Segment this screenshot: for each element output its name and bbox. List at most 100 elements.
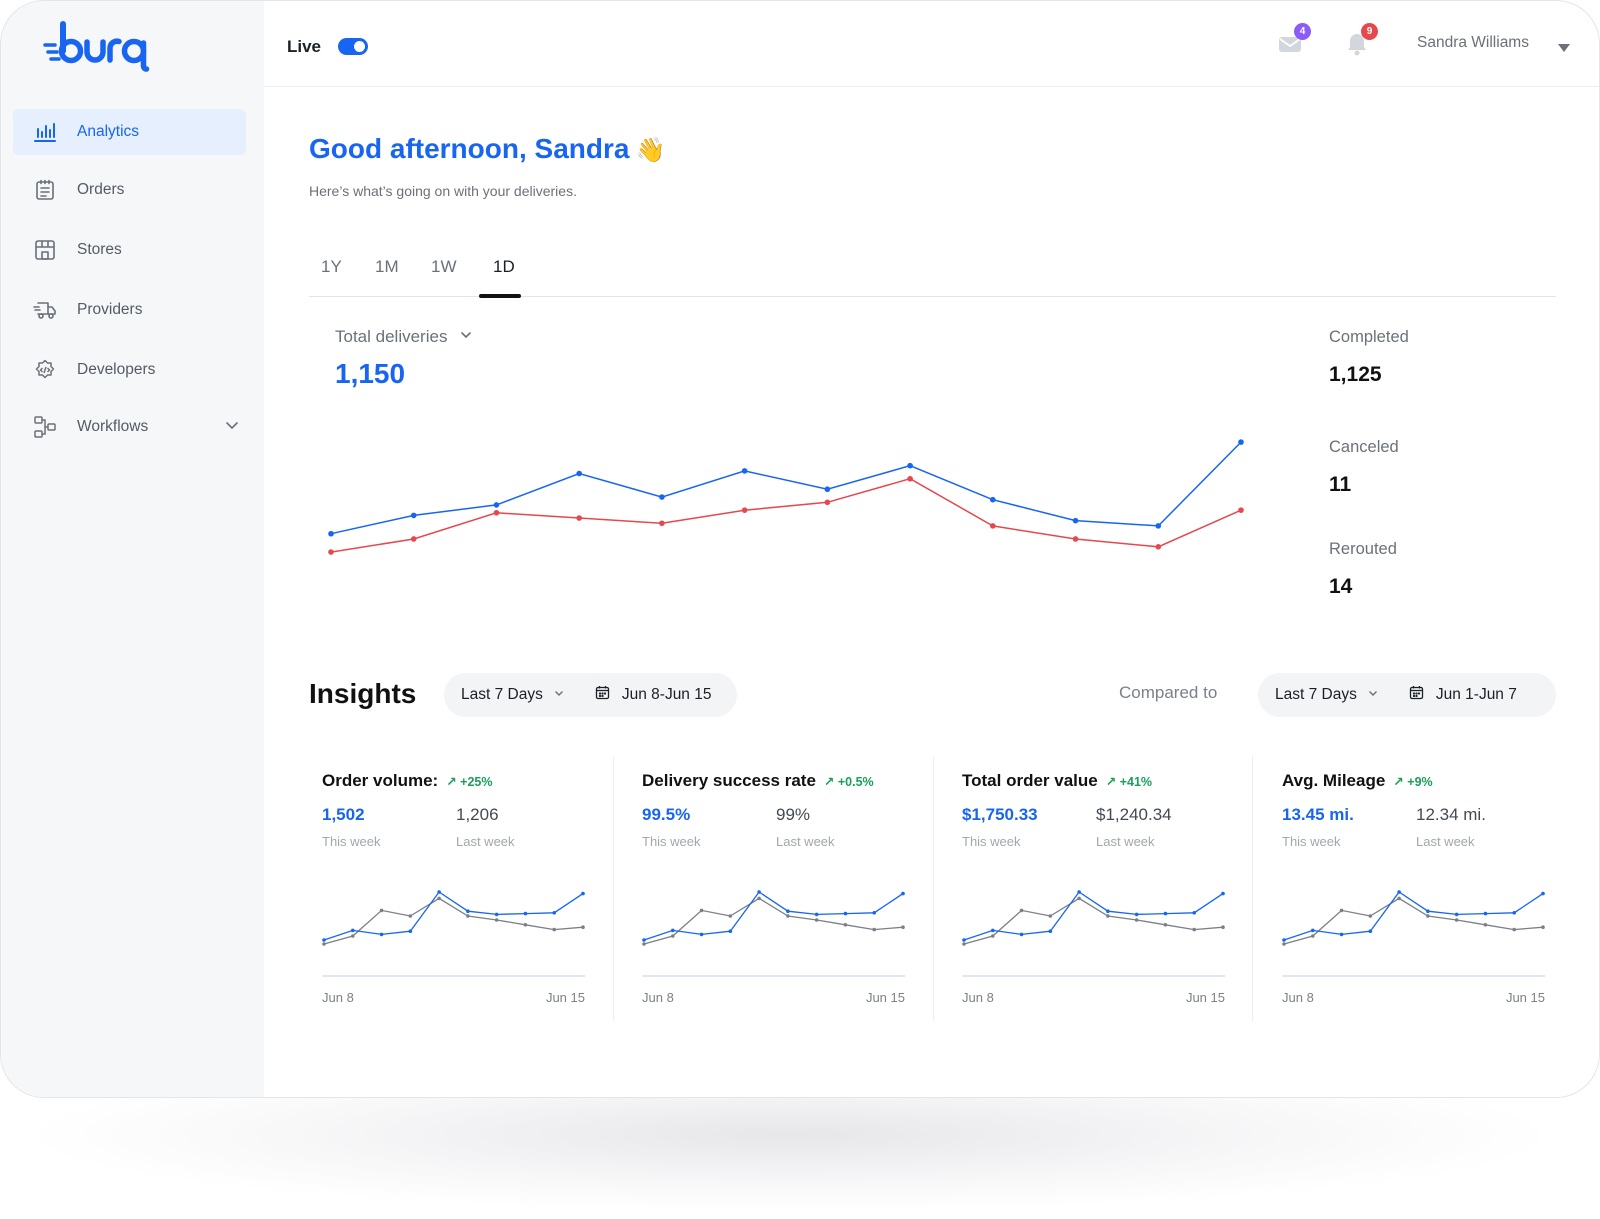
this-week-value: 1,502 — [322, 805, 365, 824]
card-delta-value: +25% — [460, 775, 493, 789]
last_week-point — [786, 914, 790, 918]
messages-badge: 4 — [1294, 23, 1311, 40]
x-axis-start: Jun 8 — [322, 990, 354, 1005]
data-point — [824, 499, 831, 506]
x-axis-start: Jun 8 — [962, 990, 994, 1005]
chevron-down-icon — [553, 686, 565, 704]
this_week-point — [1077, 890, 1081, 894]
data-point — [1155, 544, 1162, 550]
this_week-point — [1106, 909, 1110, 913]
range-select[interactable]: Last 7 Days — [461, 686, 565, 704]
notifications-button[interactable]: 9 — [1344, 23, 1378, 61]
last_week-point — [581, 925, 585, 929]
page-title: Good afternoon, Sandra 👋 — [309, 133, 665, 165]
last_week-point — [494, 918, 499, 922]
completed-label: Completed — [1329, 328, 1409, 346]
messages-button[interactable]: 4 — [1277, 23, 1311, 61]
live-label: Live — [287, 37, 322, 56]
card-divider — [613, 756, 614, 1021]
last_week-point — [962, 942, 966, 946]
last_week-point — [990, 934, 995, 938]
card-title-text: Total order value — [962, 771, 1098, 790]
card-title: Total order value ↗ +41% — [962, 771, 1152, 791]
last_week-point — [699, 908, 704, 913]
chevron-down-icon — [1367, 686, 1379, 704]
this_week-point — [379, 932, 384, 937]
tab-1w[interactable]: 1W — [431, 257, 457, 277]
chevron-down-icon — [459, 327, 473, 347]
last_week-point — [322, 942, 326, 946]
last-week-value: $1,240.34 — [1096, 805, 1172, 824]
metric-selector[interactable]: Total deliveries — [335, 327, 473, 347]
chevron-down-icon[interactable] — [224, 417, 240, 438]
this_week-point — [1282, 938, 1286, 942]
range-picker: Last 7 Days Jun 8-Jun 15 — [444, 673, 737, 717]
this_week-point — [814, 912, 819, 917]
sidebar-item-stores[interactable]: Stores — [13, 227, 246, 273]
sparkline-chart — [962, 890, 1225, 977]
last_week-point — [1192, 927, 1197, 932]
tab-1m[interactable]: 1M — [375, 257, 399, 277]
sidebar-item-developers[interactable]: Developers — [13, 347, 246, 393]
last-week-label: Last week — [456, 834, 515, 849]
insight-card-total-order-value[interactable]: Total order value ↗ +41% $1,750.33 $1,240… — [962, 756, 1252, 1021]
this_week-point — [843, 911, 848, 916]
card-delta: ↗ +0.5% — [824, 775, 874, 789]
insight-card-avg-mileage[interactable]: Avg. Mileage ↗ +9% 13.45 mi. 12.34 mi. Th… — [1282, 756, 1572, 1021]
card-title: Avg. Mileage ↗ +9% — [1282, 771, 1433, 791]
calendar-icon — [595, 685, 610, 705]
sidebar-item-workflows[interactable]: Workflows — [13, 404, 246, 450]
caret-down-icon[interactable] — [1558, 39, 1570, 57]
completed-value: 1,125 — [1329, 363, 1382, 386]
this-week-value: 13.45 mi. — [1282, 805, 1354, 824]
live-toggle[interactable] — [338, 38, 368, 55]
data-point — [741, 468, 748, 474]
last_week-point — [872, 927, 877, 932]
last_week-point — [1282, 942, 1286, 946]
insight-card-delivery-success-rate[interactable]: Delivery success rate ↗ +0.5% 99.5% 99% T… — [642, 756, 932, 1021]
sidebar-item-label: Providers — [77, 301, 143, 318]
user-name[interactable]: Sandra Williams — [1417, 34, 1529, 52]
trend-up-icon: ↗ — [823, 775, 835, 789]
card-divider — [1252, 756, 1253, 1021]
last_week-line — [643, 897, 904, 945]
this_week-point — [437, 890, 441, 894]
mail-icon — [1277, 37, 1303, 61]
series-line — [330, 477, 1242, 553]
period-tabs: 1Y 1M 1W 1D — [309, 251, 1556, 298]
sidebar-item-providers[interactable]: Providers — [13, 287, 246, 333]
canceled-value: 11 — [1329, 473, 1352, 496]
last_week-point — [1310, 934, 1315, 938]
last_week-point — [1134, 918, 1139, 922]
this-week-label: This week — [322, 834, 381, 849]
compare-range-label: Last 7 Days — [1275, 686, 1357, 703]
rerouted-value: 14 — [1329, 575, 1353, 598]
tab-1y[interactable]: 1Y — [321, 257, 342, 277]
trend-up-icon: ↗ — [1105, 775, 1117, 789]
this_week-point — [872, 911, 877, 915]
sidebar-item-orders[interactable]: Orders — [13, 167, 246, 213]
this-week-value: 99.5% — [642, 805, 691, 824]
this_week-point — [1339, 932, 1344, 937]
sidebar-item-analytics[interactable]: Analytics — [13, 109, 246, 155]
compare-range-date[interactable]: Jun 1-Jun 7 — [1409, 685, 1517, 705]
this_week-point — [350, 928, 355, 933]
last_week-point — [1048, 914, 1053, 918]
bell-icon — [1344, 34, 1370, 61]
burq-logo[interactable] — [43, 21, 155, 78]
data-point — [493, 502, 500, 508]
this_week-point — [1483, 911, 1488, 916]
range-date[interactable]: Jun 8-Jun 15 — [595, 685, 711, 705]
compare-range-select[interactable]: Last 7 Days — [1275, 686, 1379, 704]
this_week-point — [1163, 911, 1168, 916]
insight-card-order-volume[interactable]: Order volume: ↗ +25% 1,502 1,206 This wee… — [322, 756, 612, 1021]
last_week-point — [843, 923, 848, 927]
tab-1d[interactable]: 1D — [493, 257, 515, 277]
x-axis-start: Jun 8 — [642, 990, 674, 1005]
last_week-point — [466, 914, 470, 918]
toggle-knob — [354, 41, 365, 52]
metric-value: 1,150 — [335, 358, 406, 389]
last_week-point — [523, 923, 528, 927]
sparkline-chart — [322, 890, 585, 977]
this_week-point — [699, 932, 704, 937]
